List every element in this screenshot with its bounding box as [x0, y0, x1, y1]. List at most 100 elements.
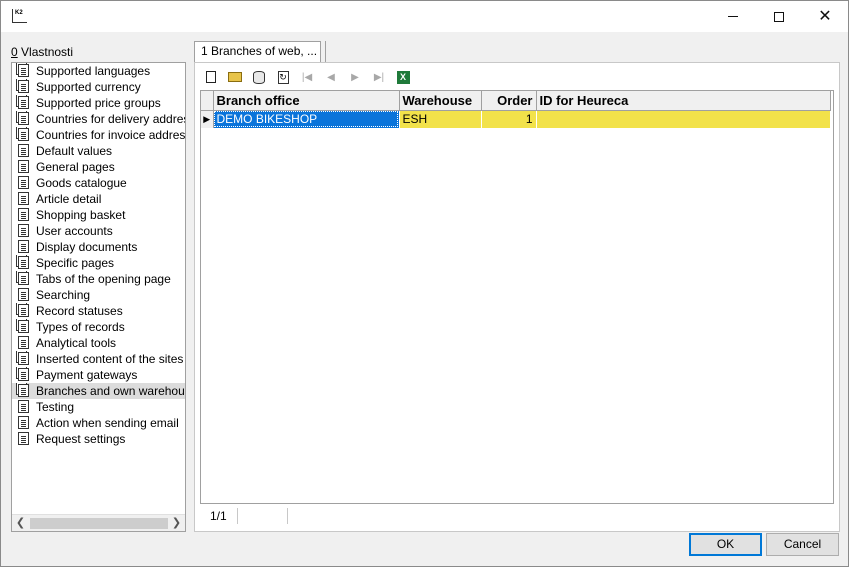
tree-item[interactable]: Article detail — [12, 191, 185, 207]
document-stack-icon — [18, 272, 29, 285]
tree-item[interactable]: Inserted content of the sites — [12, 351, 185, 367]
tree-item[interactable]: User accounts — [12, 223, 185, 239]
database-button[interactable] — [248, 68, 270, 86]
document-icon — [18, 416, 29, 429]
document-stack-icon — [18, 352, 29, 365]
next-record-icon: ▶ — [351, 71, 359, 83]
export-excel-button[interactable]: X — [392, 68, 414, 86]
grid-toolbar: ↻ |◀ ◀ ▶ ▶| X — [200, 67, 834, 87]
tree-item[interactable]: Goods catalogue — [12, 175, 185, 191]
tree-item[interactable]: Display documents — [12, 239, 185, 255]
ok-button[interactable]: OK — [689, 533, 762, 556]
tree-item[interactable]: Countries for delivery addresses — [12, 111, 185, 127]
tree-item[interactable]: General pages — [12, 159, 185, 175]
tree-item-label: Default values — [36, 144, 113, 158]
last-record-button[interactable]: ▶| — [368, 68, 390, 86]
maximize-icon — [774, 11, 784, 22]
tree-item-label: Supported languages — [36, 64, 151, 78]
maximize-button[interactable] — [756, 1, 802, 32]
scrollbar-thumb[interactable] — [30, 518, 168, 529]
tree-item-label: Searching — [36, 288, 91, 302]
document-icon — [18, 240, 29, 253]
excel-icon: X — [396, 70, 410, 84]
document-icon — [18, 192, 29, 205]
tree-item[interactable]: Supported price groups — [12, 95, 185, 111]
tree-item[interactable]: Specific pages — [12, 255, 185, 271]
document-icon — [18, 288, 29, 301]
document-icon — [18, 336, 29, 349]
document-icon — [18, 160, 29, 173]
tree-item-label: Record statuses — [36, 304, 123, 318]
document-stack-icon — [18, 256, 29, 269]
tree-item[interactable]: Record statuses — [12, 303, 185, 319]
cancel-button[interactable]: Cancel — [766, 533, 839, 556]
first-record-icon: |◀ — [301, 71, 313, 83]
document-stack-icon — [18, 320, 29, 333]
cell-branch-office[interactable]: DEMO BIKESHOP — [213, 110, 400, 128]
tree-item[interactable]: Testing — [12, 399, 185, 415]
tree-item[interactable]: Searching — [12, 287, 185, 303]
horizontal-scrollbar[interactable]: ❮ ❯ — [12, 514, 185, 531]
tree-item[interactable]: Request settings — [12, 431, 185, 447]
column-header-id-for-heureca[interactable]: ID for Heureca — [536, 91, 831, 111]
tree-item-label: Testing — [36, 400, 75, 414]
new-record-button[interactable] — [200, 68, 222, 86]
tree-item[interactable]: Shopping basket — [12, 207, 185, 223]
tab-branches-of-web[interactable]: 1 Branches of web, ... — [194, 41, 321, 62]
document-stack-icon — [18, 80, 29, 93]
tree-item[interactable]: Tabs of the opening page — [12, 271, 185, 287]
document-stack-icon — [18, 64, 29, 77]
properties-hotkey: 0 — [11, 45, 18, 59]
properties-panel-label: 0 Vlastnosti — [11, 45, 73, 59]
tree-item[interactable]: Types of records — [12, 319, 185, 335]
tree-item-label: Inserted content of the sites — [36, 352, 184, 366]
tree-item[interactable]: Supported currency — [12, 79, 185, 95]
tab-separator — [325, 41, 326, 62]
cell-warehouse[interactable]: ESH — [399, 110, 482, 128]
tree-item[interactable]: Branches and own warehouses — [12, 383, 185, 399]
open-button[interactable] — [224, 68, 246, 86]
scroll-right-icon[interactable]: ❯ — [168, 515, 185, 531]
tree-item[interactable]: Countries for invoice addresses — [12, 127, 185, 143]
cell-id-for-heureca[interactable] — [536, 110, 831, 128]
tree-item[interactable]: Default values — [12, 143, 185, 159]
record-position: 1/1 — [200, 508, 238, 524]
document-stack-icon — [18, 112, 29, 125]
column-header-branch-office[interactable]: Branch office — [213, 91, 400, 111]
minimize-button[interactable] — [710, 1, 756, 32]
grid-header-row: Branch office Warehouse Order ID for Heu… — [201, 91, 831, 111]
previous-record-button[interactable]: ◀ — [320, 68, 342, 86]
column-header-order[interactable]: Order — [481, 91, 537, 111]
tree-item-label: Supported currency — [36, 80, 141, 94]
close-button[interactable]: ✕ — [802, 1, 848, 32]
document-stack-icon — [18, 384, 29, 397]
grid-corner — [201, 91, 214, 111]
tree-item[interactable]: Supported languages — [12, 63, 185, 79]
column-header-warehouse[interactable]: Warehouse — [399, 91, 482, 111]
database-icon — [253, 70, 265, 84]
next-record-button[interactable]: ▶ — [344, 68, 366, 86]
document-icon — [18, 224, 29, 237]
scroll-left-icon[interactable]: ❮ — [12, 515, 29, 531]
document-icon — [18, 400, 29, 413]
tree-item-label: Request settings — [36, 432, 126, 446]
app-logo-icon: K2 — [12, 9, 27, 23]
new-document-icon — [206, 71, 216, 83]
tree-item-label: Specific pages — [36, 256, 115, 270]
table-row[interactable]: ▶ DEMO BIKESHOP ESH 1 — [201, 110, 831, 128]
cell-order[interactable]: 1 — [481, 110, 537, 128]
title-bar: K2 ✕ — [1, 1, 848, 32]
refresh-icon: ↻ — [277, 70, 289, 84]
document-icon — [18, 208, 29, 221]
tree-item[interactable]: Action when sending email — [12, 415, 185, 431]
first-record-button[interactable]: |◀ — [296, 68, 318, 86]
status-section — [238, 508, 288, 524]
records-grid[interactable]: Branch office Warehouse Order ID for Heu… — [200, 90, 834, 504]
refresh-button[interactable]: ↻ — [272, 68, 294, 86]
tree-item[interactable]: Analytical tools — [12, 335, 185, 351]
tree-item[interactable]: Payment gateways — [12, 367, 185, 383]
tree-item-label: General pages — [36, 160, 115, 174]
properties-tree[interactable]: Supported languages Supported currency Sup… — [11, 62, 186, 532]
tree-item-label: Countries for invoice addresses — [36, 128, 185, 142]
dialog-window: K2 ✕ 0 Vlastnosti Supported languages Sup… — [0, 0, 849, 567]
